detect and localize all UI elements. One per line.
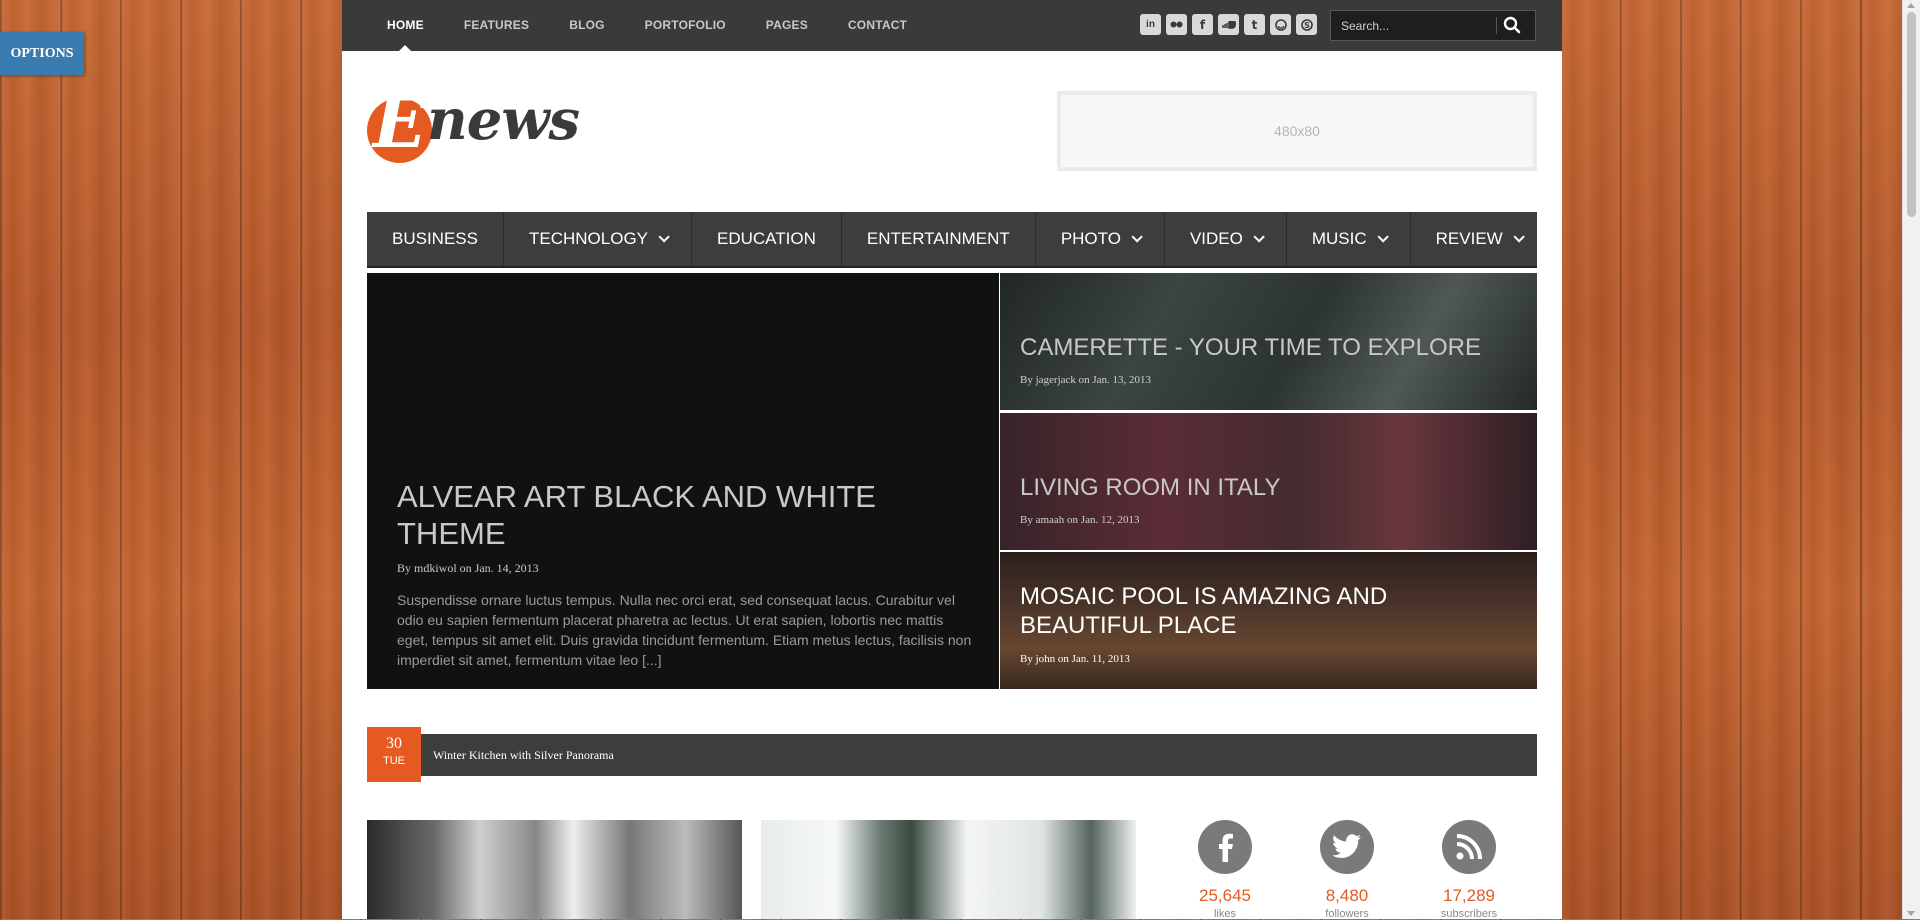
featured-side-post-1[interactable]: CAMERETTE - YOUR TIME TO EXPLORE By jage… [1000,273,1537,410]
date-weekday: TUE [383,755,405,767]
nav-education[interactable]: EDUCATION [692,212,842,266]
chevron-down-icon [658,231,670,243]
soundcloud-icon[interactable] [1218,14,1239,35]
nav-label: EDUCATION [717,229,816,248]
nav-entertainment[interactable]: ENTERTAINMENT [842,212,1036,266]
featured-main-post[interactable]: ALVEAR ART BLACK AND WHITE THEME By mdki… [367,273,999,689]
search-divider [1496,17,1497,34]
twitter-icon [1320,820,1374,874]
chevron-down-icon [1513,231,1525,243]
topnav-blog[interactable]: BLOG [569,0,604,51]
chevron-down-icon [1253,231,1265,243]
nav-label: BUSINESS [392,229,478,248]
stat-label: likes [1213,908,1236,920]
scroll-up-icon[interactable] [1907,3,1915,8]
nav-label: VIDEO [1189,229,1243,248]
featured-side-meta: By jagerjack on Jan. 13, 2013 [1020,374,1152,386]
nav-label: TECHNOLOGY [528,229,649,248]
date-day: 30 [386,735,402,752]
featured-side-title[interactable]: LIVING ROOM IN ITALY [1020,473,1520,502]
stat-label: followers [1325,908,1369,920]
top-nav: HOME FEATURES BLOG PORTOFOLIO PAGES CONT… [387,0,947,51]
page-scrollbar[interactable] [1902,0,1920,919]
category-nav: BUSINESS TECHNOLOGY EDUCATION ENTERTAINM… [367,212,1537,268]
topnav-portfolio[interactable]: PORTOFOLIO [645,0,726,51]
search-box [1330,10,1536,41]
news-ticker: 30 TUE Winter Kitchen with Silver Panora… [367,727,1537,782]
stat-rss[interactable]: 17,289 subscribers [1424,820,1514,920]
social-icons: in f t S [1140,14,1322,35]
facebook-icon [1198,820,1252,874]
stat-facebook[interactable]: 25,645 likes [1180,820,1270,920]
topnav-home[interactable]: HOME [387,0,424,51]
post-thumbnail-2[interactable] [761,820,1136,919]
logo-initial: E [373,81,427,164]
rss-icon [1442,820,1496,874]
date-badge: 30 TUE [367,727,421,782]
stat-count: 8,480 [1325,886,1369,905]
featured-side-title[interactable]: CAMERETTE - YOUR TIME TO EXPLORE [1020,333,1520,362]
tumblr-icon[interactable]: t [1244,14,1265,35]
featured-main-excerpt: Suspendisse ornare luctus tempus. Nulla … [397,592,972,668]
chevron-down-icon [1377,231,1389,243]
nav-label: ENTERTAINMENT [866,229,1010,248]
nav-business[interactable]: BUSINESS [367,212,504,266]
skype-icon[interactable]: S [1296,14,1317,35]
options-button[interactable]: OPTIONS [0,32,84,75]
featured-side-post-3[interactable]: MOSAIC POOL IS AMAZING AND BEAUTIFUL PLA… [1000,552,1537,689]
nav-video[interactable]: VIDEO [1165,212,1287,266]
ticker-headline[interactable]: Winter Kitchen with Silver Panorama [433,748,614,763]
topnav-pages[interactable]: PAGES [766,0,808,51]
top-bar: HOME FEATURES BLOG PORTOFOLIO PAGES CONT… [342,0,1562,51]
nav-label: REVIEW [1435,229,1503,248]
scroll-down-icon[interactable] [1907,911,1915,916]
nav-photo[interactable]: PHOTO [1036,212,1165,266]
nav-label: MUSIC [1311,229,1367,248]
scroll-thumb[interactable] [1907,12,1916,217]
flickr-icon[interactable] [1166,14,1187,35]
topnav-features[interactable]: FEATURES [464,0,529,51]
featured-side-post-2[interactable]: LIVING ROOM IN ITALY By amaah on Jan. 12… [1000,413,1537,550]
search-input[interactable] [1331,11,1496,40]
nav-music[interactable]: MUSIC [1287,212,1411,266]
search-icon[interactable] [1503,16,1525,36]
facebook-icon[interactable]: f [1192,14,1213,35]
featured-side-meta: By amaah on Jan. 12, 2013 [1020,514,1140,526]
social-stats: 25,645 likes 8,480 followers 17,289 subs… [1180,820,1520,920]
nav-review[interactable]: REVIEW [1411,212,1546,266]
site-logo[interactable]: E news [367,88,580,166]
featured-main-title[interactable]: ALVEAR ART BLACK AND WHITE THEME [397,478,937,552]
stat-count: 25,645 [1199,886,1251,905]
featured-side-title[interactable]: MOSAIC POOL IS AMAZING AND BEAUTIFUL PLA… [1020,582,1520,640]
nav-label: PHOTO [1060,229,1121,248]
featured-main-meta: By mdkiwol on Jan. 14, 2013 [397,561,539,575]
svg-text:S: S [1304,21,1310,30]
nav-technology[interactable]: TECHNOLOGY [504,212,693,266]
chevron-down-icon [1131,231,1143,243]
logo-text: news [427,87,580,153]
linkedin-icon[interactable]: in [1140,14,1161,35]
topnav-contact[interactable]: CONTACT [848,0,907,51]
stat-twitter[interactable]: 8,480 followers [1302,820,1392,920]
stat-label: subscribers [1440,908,1498,920]
featured-side-meta: By john on Jan. 11, 2013 [1020,653,1130,665]
stumbleupon-icon[interactable] [1270,14,1291,35]
stat-count: 17,289 [1443,886,1495,905]
page-container: HOME FEATURES BLOG PORTOFOLIO PAGES CONT… [342,0,1562,920]
ad-banner[interactable]: 480x80 [1057,91,1537,171]
post-thumbnail-1[interactable] [367,820,742,919]
